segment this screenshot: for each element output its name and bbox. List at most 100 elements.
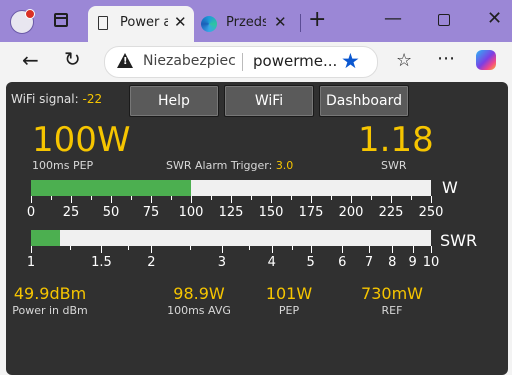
tick-label: 0 <box>26 205 36 220</box>
swr-bar-unit: SWR <box>440 231 478 250</box>
close-window-button[interactable]: ✕ <box>487 8 502 29</box>
minor-tick <box>91 196 92 200</box>
swr-bar-fill <box>31 230 60 246</box>
major-tick <box>271 246 273 253</box>
tab-actions-icon[interactable] <box>54 13 68 27</box>
tick-label: 250 <box>418 205 444 220</box>
minor-tick <box>292 246 294 250</box>
minor-tick <box>51 196 52 200</box>
major-tick <box>342 246 344 253</box>
power-value: 100W <box>32 120 131 160</box>
wifi-signal-label: WiFi signal: <box>11 92 79 106</box>
major-tick <box>31 246 32 253</box>
swr-alarm: SWR Alarm Trigger: 3.0 <box>166 159 293 172</box>
browser-tab-strip: Power a ✕ Przedst ✕ + — ✕ <box>0 0 512 42</box>
measurement-label: REF <box>381 304 403 317</box>
power-label: 100ms PEP <box>32 159 94 172</box>
minor-tick <box>291 196 292 200</box>
minor-tick <box>211 196 212 200</box>
major-tick <box>310 246 312 253</box>
minor-tick <box>371 196 372 200</box>
measurement-label: 100ms AVG <box>167 304 231 317</box>
wifi-button[interactable]: WiFi <box>224 85 314 117</box>
close-tab-icon[interactable]: ✕ <box>274 13 287 31</box>
minor-tick <box>248 246 250 250</box>
close-tab-icon[interactable]: ✕ <box>174 13 187 31</box>
favorites-icon[interactable]: ☆ <box>396 50 412 71</box>
minor-tick <box>131 196 132 200</box>
tick-label: 75 <box>142 205 160 220</box>
minor-tick <box>128 246 130 250</box>
page-icon <box>98 16 108 30</box>
tick-label: 9 <box>408 255 417 270</box>
tab-power-meter[interactable]: Power a ✕ <box>88 6 194 42</box>
power-meter-panel: WiFi signal: -22 Help WiFi Dashboard 100… <box>6 82 508 375</box>
new-tab-button[interactable]: + <box>308 7 326 32</box>
maximize-button[interactable] <box>438 14 450 26</box>
major-tick <box>151 196 152 203</box>
swr-scale: 1 1.5 2 3 4 5 6 7 8 9 10 <box>27 246 439 274</box>
measurement-label: Power in dBm <box>12 304 88 317</box>
minimize-button[interactable]: — <box>384 8 402 29</box>
tick-label: 2 <box>147 255 156 270</box>
minor-tick <box>190 246 192 250</box>
warning-icon[interactable] <box>117 53 133 68</box>
major-tick <box>392 246 394 253</box>
more-menu-icon[interactable]: ⋯ <box>437 48 455 69</box>
measurement-value: 730mW <box>361 284 423 303</box>
major-tick <box>191 196 192 203</box>
tick-label: 200 <box>338 205 364 220</box>
tick-label: 5 <box>306 255 315 270</box>
tick-label: 25 <box>62 205 80 220</box>
tick-label: 7 <box>364 255 374 270</box>
major-tick <box>31 196 32 203</box>
swr-label: SWR <box>381 159 407 172</box>
minor-tick <box>171 196 172 200</box>
major-tick <box>71 196 72 203</box>
tick-label: 175 <box>298 205 324 220</box>
power-scale: 0 25 50 75 100 125 150 175 200 225 250 <box>27 196 443 224</box>
tick-label: 6 <box>338 255 347 270</box>
tick-label: 10 <box>422 255 440 270</box>
favorite-star-icon[interactable]: ★ <box>341 49 360 73</box>
power-bar-unit: W <box>442 178 458 197</box>
tick-label: 8 <box>388 255 397 270</box>
edge-icon <box>201 16 217 32</box>
profile-avatar-icon[interactable] <box>10 9 35 34</box>
tab-divider <box>300 14 301 32</box>
swr-value: 1.18 <box>358 120 434 160</box>
major-tick <box>111 196 112 203</box>
url-text[interactable]: powerme... <box>253 52 337 70</box>
power-bar-fill <box>31 180 191 196</box>
tick-label: 225 <box>378 205 404 220</box>
major-tick <box>101 246 103 253</box>
address-bar[interactable]: Niezabezpiecz powerme... ★ <box>104 46 378 78</box>
measurement-value: 98.9W <box>173 284 225 303</box>
minor-tick <box>69 246 71 250</box>
page-content: WiFi signal: -22 Help WiFi Dashboard 100… <box>0 80 512 375</box>
reload-button[interactable]: ↻ <box>64 47 81 71</box>
minor-tick <box>251 196 252 200</box>
help-button[interactable]: Help <box>129 85 219 117</box>
minor-tick <box>331 196 332 200</box>
major-tick <box>431 246 432 253</box>
tick-label: 150 <box>258 205 284 220</box>
major-tick <box>151 246 153 253</box>
copilot-icon[interactable] <box>476 50 496 70</box>
browser-toolbar: ← ↻ Niezabezpiecz powerme... ★ ☆ ⋯ <box>0 42 512 80</box>
major-tick <box>431 196 432 203</box>
measurement-value: 101W <box>265 284 313 303</box>
security-label[interactable]: Niezabezpiecz <box>143 53 235 69</box>
tick-label: 125 <box>218 205 244 220</box>
tick-label: 50 <box>102 205 120 220</box>
major-tick <box>221 246 223 253</box>
minor-tick <box>411 196 412 200</box>
major-tick <box>231 196 232 203</box>
major-tick <box>311 196 312 203</box>
major-tick <box>271 196 272 203</box>
back-button[interactable]: ← <box>22 48 39 72</box>
dashboard-button[interactable]: Dashboard <box>319 85 409 117</box>
major-tick <box>412 246 414 253</box>
tab-przedst[interactable]: Przedst ✕ <box>198 6 296 42</box>
measurement-value: 49.9dBm <box>13 284 87 303</box>
